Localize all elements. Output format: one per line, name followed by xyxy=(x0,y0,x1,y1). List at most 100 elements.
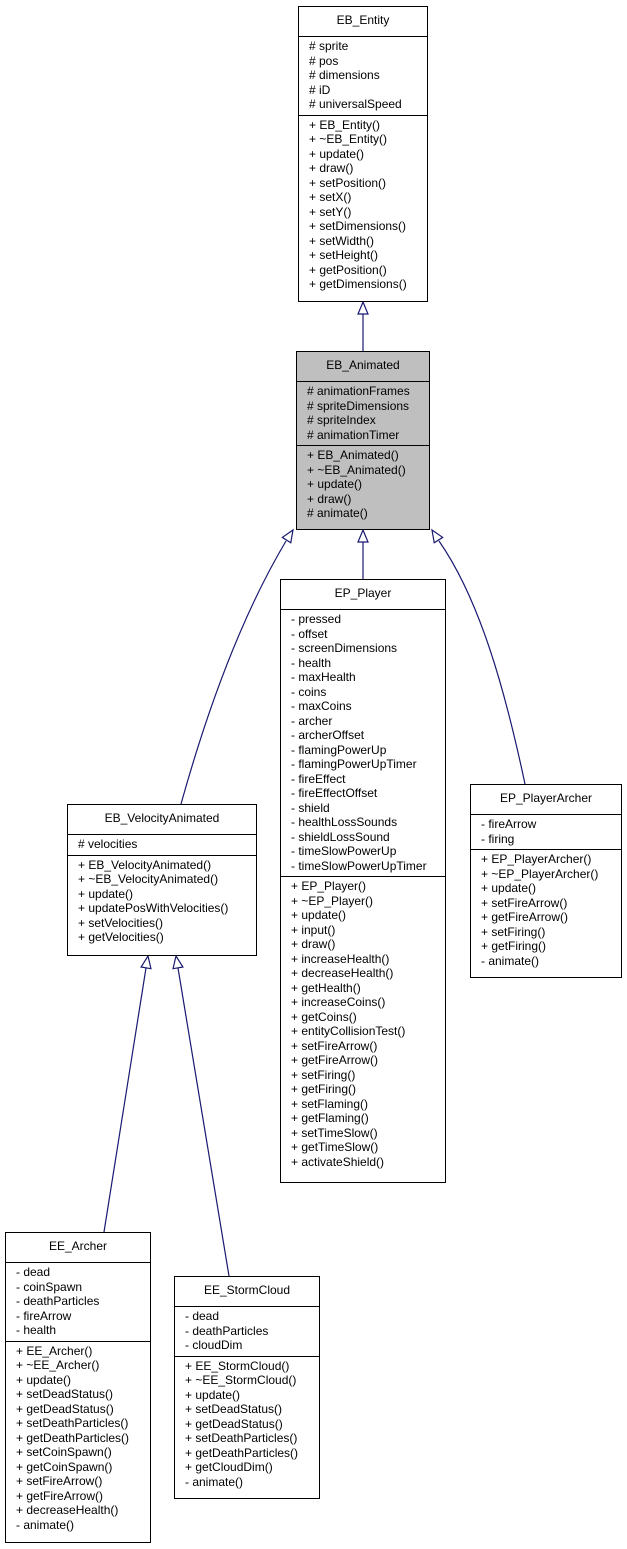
method-row: + EP_Player() xyxy=(291,879,367,893)
attribute-row: # spriteIndex xyxy=(307,413,376,427)
methods-section: + EP_PlayerArcher() + ~EP_PlayerArcher() +… xyxy=(471,850,621,971)
method-row: + setDeathParticles() xyxy=(185,1431,298,1445)
method-row: + ~EB_Animated() xyxy=(307,462,406,477)
attribute-row: - shieldLossSound xyxy=(291,829,390,844)
class-eb-velocityanimated[interactable]: EB_VelocityAnimated # velocities + EB_Velo… xyxy=(67,804,257,956)
method-row: + setFiring() xyxy=(291,1067,356,1082)
attribute-row: - cloudDim xyxy=(185,1338,243,1352)
method-row: # animate() xyxy=(307,506,368,520)
attributes-section: - dead - coinSpawn - deathParticles - fireA… xyxy=(6,1263,150,1342)
methods-section: + EE_StormCloud() + ~EE_StormCloud() + upd… xyxy=(175,1357,319,1493)
method-row: + EB_Entity() xyxy=(309,117,381,132)
method-row: + getFireArrow() xyxy=(481,910,569,924)
attribute-row: - deathParticles xyxy=(185,1323,269,1338)
class-eb-entity[interactable]: EB_Entity # sprite # pos # dimensions # iD # … xyxy=(298,6,428,302)
class-name: EP_Player xyxy=(281,580,445,610)
method-row: + setTimeSlow() xyxy=(291,1125,378,1140)
inheritance-arrowhead-icon xyxy=(357,300,369,315)
method-row: + update() xyxy=(307,477,363,491)
inheritance-edge-eb_velocityanimated-to-eb_animated xyxy=(180,540,287,805)
attribute-row: - flamingPowerUp xyxy=(291,742,387,757)
method-row: + getFlaming() xyxy=(291,1111,369,1125)
inheritance-arrowhead-icon xyxy=(281,528,294,544)
method-row: + setFlaming() xyxy=(291,1096,369,1111)
class-ep-player[interactable]: EP_Player - pressed - offset - screenDimens… xyxy=(280,579,446,1183)
method-row: + setFireArrow() xyxy=(16,1474,103,1488)
method-row: + input() xyxy=(291,922,336,937)
attribute-row: - coins xyxy=(291,684,327,699)
method-row: + getDimensions() xyxy=(309,277,407,291)
method-row: + setFireArrow() xyxy=(291,1038,378,1053)
attribute-row: # iD xyxy=(309,82,331,97)
attribute-row: - firing xyxy=(481,831,515,846)
method-row: + getDeathParticles() xyxy=(185,1445,299,1460)
attribute-row: - archerOffset xyxy=(291,728,365,742)
method-row: + getDeathParticles() xyxy=(16,1430,130,1445)
method-row: + entityCollisionTest() xyxy=(291,1024,406,1038)
attribute-row: - timeSlowPowerUp xyxy=(291,844,397,858)
class-name: EP_PlayerArcher xyxy=(471,785,621,815)
method-row: + decreaseHealth() xyxy=(291,966,394,980)
attribute-row: # universalSpeed xyxy=(309,97,402,111)
method-row: + getHealth() xyxy=(291,980,361,995)
inheritance-arrowhead-icon xyxy=(172,954,184,970)
method-row: + update() xyxy=(291,908,347,922)
method-row: + setY() xyxy=(309,204,352,219)
method-row: + getCoinSpawn() xyxy=(16,1459,113,1474)
attribute-row: # velocities xyxy=(78,837,138,851)
class-name: EB_Entity xyxy=(299,7,427,37)
attribute-row: - pressed xyxy=(291,612,342,626)
attribute-row: # sprite xyxy=(309,39,349,53)
method-row: + setCoinSpawn() xyxy=(16,1445,112,1459)
method-row: + increaseCoins() xyxy=(291,995,386,1009)
attribute-row: - flamingPowerUpTimer xyxy=(291,757,417,771)
class-name: EE_StormCloud xyxy=(175,1277,319,1307)
method-row: + getDeadStatus() xyxy=(185,1416,283,1431)
attribute-row: - screenDimensions xyxy=(291,641,398,655)
attributes-section: # sprite # pos # dimensions # iD # universal… xyxy=(299,37,427,116)
method-row: + getFiring() xyxy=(481,939,547,953)
class-ee-archer[interactable]: EE_Archer - dead - coinSpawn - deathParticl… xyxy=(5,1232,151,1543)
method-row: + EB_VelocityAnimated() xyxy=(78,857,212,872)
method-row: + setFireArrow() xyxy=(481,895,568,910)
attribute-row: - coinSpawn xyxy=(16,1279,83,1294)
class-name: EB_VelocityAnimated xyxy=(68,805,256,835)
attribute-row: - maxCoins xyxy=(291,699,352,713)
attributes-section: - pressed - offset - screenDimensions - hea… xyxy=(281,610,445,877)
attribute-row: - fireArrow xyxy=(16,1308,72,1323)
attributes-section: - dead - deathParticles - cloudDim xyxy=(175,1307,319,1357)
method-row: + update() xyxy=(481,881,537,895)
method-row: + setDeadStatus() xyxy=(16,1387,114,1401)
method-row: + getTimeSlow() xyxy=(291,1140,379,1154)
method-row: + setX() xyxy=(309,190,352,204)
attribute-row: - timeSlowPowerUpTimer xyxy=(291,858,427,873)
method-row: + EB_Animated() xyxy=(307,448,399,462)
method-row: + ~EP_Player() xyxy=(291,893,374,908)
method-row: + ~EB_VelocityAnimated() xyxy=(78,872,219,886)
method-row: + EP_PlayerArcher() xyxy=(481,852,592,866)
method-row: + decreaseHealth() xyxy=(16,1503,119,1517)
method-row: + getFireArrow() xyxy=(291,1053,379,1067)
method-row: + getCoins() xyxy=(291,1009,357,1024)
attribute-row: - offset xyxy=(291,626,328,641)
method-row: + getCloudDim() xyxy=(185,1460,273,1474)
method-row: + getFiring() xyxy=(291,1082,357,1096)
method-row: - animate() xyxy=(16,1517,75,1532)
method-row: + increaseHealth() xyxy=(291,951,390,966)
attribute-row: - dead xyxy=(16,1265,51,1279)
method-row: + update() xyxy=(185,1387,241,1402)
method-row: + update() xyxy=(309,146,365,161)
method-row: + updatePosWithVelocities() xyxy=(78,901,229,915)
attribute-row: # spriteDimensions xyxy=(307,398,410,413)
method-row: + getPosition() xyxy=(309,262,387,277)
attribute-row: # pos xyxy=(309,53,339,68)
attribute-row: - health xyxy=(16,1323,57,1337)
class-eb-animated[interactable]: EB_Animated # animationFrames # spriteDime… xyxy=(296,351,430,530)
attribute-row: - shield xyxy=(291,800,330,815)
methods-section: + EP_Player() + ~EP_Player() + update() + i… xyxy=(281,877,445,1172)
class-ee-stormcloud[interactable]: EE_StormCloud - dead - deathParticles - clo… xyxy=(174,1276,320,1499)
method-row: + setFiring() xyxy=(481,924,546,939)
method-row: + getVelocities() xyxy=(78,930,164,944)
method-row: + draw() xyxy=(309,161,354,175)
class-ep-playerarcher[interactable]: EP_PlayerArcher - fireArrow - firing + EP_P… xyxy=(470,784,622,978)
